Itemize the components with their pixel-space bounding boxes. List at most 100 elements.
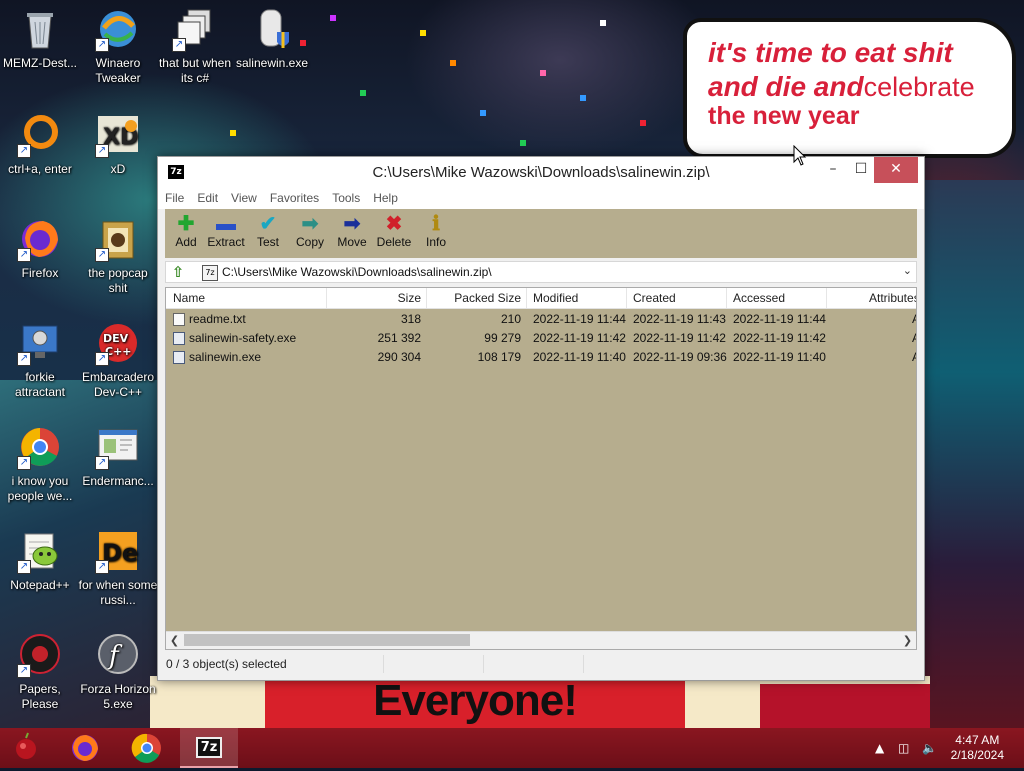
chrome-icon — [131, 733, 161, 763]
test-button[interactable]: ✔ Test — [247, 213, 289, 249]
recycle-bin-icon — [17, 6, 63, 52]
file-modified: 2022-11-19 11:40 — [533, 350, 626, 364]
scroll-thumb[interactable] — [184, 634, 470, 646]
notepadpp-icon: ↗ — [17, 528, 63, 574]
speech-line-2: and die and — [708, 71, 864, 102]
desktop-icon-russian[interactable]: De ↗ for when some russi... — [78, 528, 158, 608]
copy-button[interactable]: ➡ Copy — [289, 213, 331, 249]
status-bar: 0 / 3 object(s) selected — [158, 651, 924, 679]
add-icon: ✚ — [177, 213, 195, 235]
menu-edit[interactable]: Edit — [190, 188, 224, 206]
extract-label: Extract — [207, 235, 245, 249]
file-name: salinewin.exe — [189, 350, 262, 364]
window-titlebar[interactable]: 7z C:\Users\Mike Wazowski\Downloads\sali… — [158, 157, 924, 188]
desktop-icon-winaero[interactable]: ↗ Winaero Tweaker — [78, 6, 158, 86]
shortcut-arrow-icon: ↗ — [95, 560, 109, 574]
file-row[interactable]: readme.txt 318 210 2022-11-19 11:44 2022… — [166, 310, 916, 329]
taskbar-7zip[interactable]: 7z — [180, 728, 238, 768]
desktop-icon-csharp[interactable]: ↗ that but when its c# — [155, 6, 235, 86]
taskbar-firefox[interactable] — [56, 728, 114, 768]
column-packed-size[interactable]: Packed Size — [428, 291, 521, 305]
desktop-icon-label: Endermanc... — [82, 474, 154, 488]
up-folder-icon[interactable]: ⇧ — [169, 264, 187, 280]
chevron-down-icon[interactable]: ⌄ — [903, 264, 912, 277]
column-created[interactable]: Created — [633, 291, 676, 305]
file-packed-size: 108 179 — [477, 350, 521, 364]
desktop-icon-popcap[interactable]: ↗ the popcap shit — [78, 216, 158, 296]
show-hidden-icons-icon[interactable]: ▲ — [875, 728, 884, 768]
start-button[interactable] — [0, 728, 58, 768]
move-button[interactable]: ➡ Move — [331, 213, 373, 249]
executable-file-icon — [173, 332, 185, 345]
column-size[interactable]: Size — [326, 291, 421, 305]
winaero-icon: ↗ — [95, 6, 141, 52]
file-size: 318 — [400, 312, 421, 326]
maximize-button[interactable]: ☐ — [846, 157, 876, 183]
shortcut-arrow-icon: ↗ — [17, 144, 31, 158]
zip-archive-icon: 7z — [202, 265, 218, 281]
column-attributes[interactable]: Attributes — [869, 291, 916, 305]
add-button[interactable]: ✚ Add — [165, 213, 207, 249]
desktop-icon-forza[interactable]: f Forza Horizon 5.exe — [78, 632, 158, 712]
horizontal-scrollbar[interactable]: ❮ ❯ — [166, 631, 916, 649]
desktop-icon-papers-please[interactable]: ↗ Papers, Please — [0, 632, 80, 712]
delete-icon: ✖ — [385, 213, 403, 235]
address-input[interactable] — [222, 264, 872, 280]
file-row[interactable]: salinewin.exe 290 304 108 179 2022-11-19… — [166, 348, 916, 367]
column-accessed[interactable]: Accessed — [733, 291, 785, 305]
copy-label: Copy — [295, 235, 324, 249]
minimize-button[interactable]: – — [818, 157, 848, 183]
clock[interactable]: 4:47 AM 2/18/2024 — [951, 733, 1004, 763]
folder-image-icon: ↗ — [95, 216, 141, 262]
selection-status: 0 / 3 object(s) selected — [158, 655, 384, 673]
taskbar-chrome[interactable] — [118, 728, 176, 768]
copy-icon: ➡ — [301, 213, 319, 235]
desktop-icon-memz[interactable]: MEMZ-Dest... — [0, 6, 80, 71]
file-name: salinewin-safety.exe — [189, 331, 297, 345]
desktop-icon-ctrl-a[interactable]: ↗ ctrl+a, enter — [0, 112, 80, 177]
menu-help[interactable]: Help — [366, 188, 404, 206]
scroll-left-icon[interactable]: ❮ — [166, 632, 183, 649]
menu-file[interactable]: File — [158, 188, 190, 206]
volume-muted-icon[interactable]: 🔈 — [922, 728, 937, 768]
file-name: readme.txt — [189, 312, 246, 326]
desktop-icon-notepadpp[interactable]: ↗ Notepad++ — [0, 528, 80, 593]
desktop-icon-devcpp[interactable]: DEV C++ ↗ Embarcadero Dev-C++ — [78, 320, 158, 400]
desktop-icon-label: salinewin.exe — [235, 56, 309, 70]
column-name[interactable]: Name — [173, 291, 205, 305]
de-logo-icon: De ↗ — [95, 528, 141, 574]
network-icon[interactable]: ◫ — [898, 728, 909, 768]
desktop-icon-firefox[interactable]: ↗ Firefox — [0, 216, 80, 281]
delete-button[interactable]: ✖ Delete — [373, 213, 415, 249]
file-accessed: 2022-11-19 11:42 — [733, 331, 826, 345]
shortcut-arrow-icon: ↗ — [95, 248, 109, 262]
desktop-icon-salinewin[interactable]: salinewin.exe — [232, 6, 312, 71]
delete-label: Delete — [376, 235, 412, 249]
info-button[interactable]: ℹ Info — [415, 213, 457, 249]
close-button[interactable]: ✕ — [874, 157, 918, 183]
desktop-icon-iknowyou[interactable]: ↗ i know you people we... — [0, 424, 80, 504]
wallpaper-right-panel — [915, 180, 1024, 730]
menu-view[interactable]: View — [224, 188, 263, 206]
clock-date: 2/18/2024 — [950, 748, 1004, 762]
menu-tools[interactable]: Tools — [325, 188, 366, 206]
extract-button[interactable]: ▬ Extract — [205, 213, 247, 249]
7zip-file-manager-window[interactable]: 7z C:\Users\Mike Wazowski\Downloads\sali… — [157, 156, 925, 681]
file-modified: 2022-11-19 11:42 — [533, 331, 626, 345]
executable-file-icon — [173, 351, 185, 364]
file-row[interactable]: salinewin-safety.exe 251 392 99 279 2022… — [166, 329, 916, 348]
desktop-icon-xd[interactable]: XD ↗ xD — [78, 112, 158, 177]
extract-icon: ▬ — [216, 213, 236, 235]
shortcut-arrow-icon: ↗ — [95, 456, 109, 470]
scroll-right-icon[interactable]: ❯ — [899, 632, 916, 649]
mouse-cursor-icon — [793, 145, 807, 166]
desktop-icon-forkie[interactable]: ↗ forkie attractant — [0, 320, 80, 400]
desktop-icon-endermanch[interactable]: ↗ Endermanc... — [78, 424, 158, 489]
file-list[interactable]: Name Size Packed Size Modified Created A… — [165, 287, 917, 650]
file-attributes: A — [912, 331, 916, 345]
info-icon: ℹ — [432, 213, 440, 235]
column-modified[interactable]: Modified — [533, 291, 578, 305]
menu-favorites[interactable]: Favorites — [263, 188, 325, 206]
desktop-icon-label: MEMZ-Dest... — [3, 56, 77, 70]
desktop-icon-label: ctrl+a, enter — [8, 162, 72, 176]
